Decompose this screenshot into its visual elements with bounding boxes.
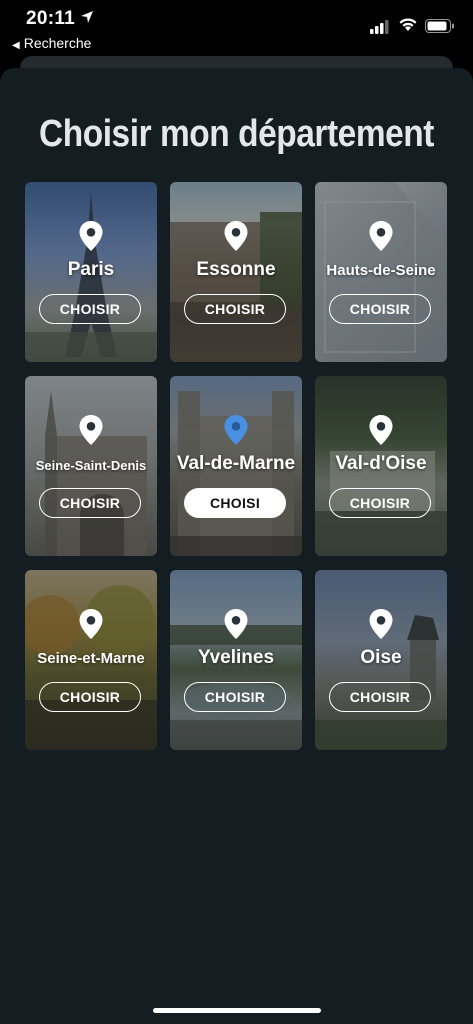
department-name: Seine-et-Marne [37, 650, 145, 667]
choose-button[interactable]: CHOISIR [39, 488, 141, 518]
location-pin-icon [369, 415, 393, 445]
department-card-seine-saint-denis[interactable]: Seine-Saint-Denis CHOISIR [25, 376, 157, 556]
choose-button[interactable]: CHOISIR [39, 682, 141, 712]
location-pin-selected-icon [224, 415, 248, 445]
back-label: Recherche [23, 35, 92, 51]
page-title: Choisir mon département [39, 113, 434, 155]
home-indicator[interactable] [153, 1008, 321, 1013]
department-card-yvelines[interactable]: Yvelines CHOISIR [170, 570, 302, 750]
choose-button[interactable]: CHOISIR [329, 488, 431, 518]
choose-button[interactable]: CHOISIR [184, 682, 286, 712]
department-name: Essonne [196, 259, 276, 280]
back-triangle-icon: ◀ [12, 40, 20, 51]
wifi-icon [399, 18, 417, 31]
department-card-hauts-de-seine[interactable]: Hauts-de-Seine CHOISIR [315, 182, 447, 362]
status-time: 20:11 [26, 8, 76, 29]
choose-button[interactable]: CHOISIR [329, 294, 431, 324]
department-card-essonne[interactable]: Essonne CHOISIR [170, 182, 302, 362]
choose-button[interactable]: CHOISIR [184, 294, 286, 324]
choose-button[interactable]: CHOISIR [39, 294, 141, 324]
location-pin-icon [79, 221, 103, 251]
department-name: Paris [67, 259, 115, 280]
department-name: Val-d'Oise [335, 453, 427, 474]
location-pin-icon [79, 609, 103, 639]
back-to-search-link[interactable]: ◀ Recherche [12, 35, 91, 51]
location-pin-icon [224, 609, 248, 639]
department-name: Oise [360, 647, 402, 668]
department-name: Seine-Saint-Denis [35, 458, 147, 473]
chosen-button[interactable]: CHOISI [184, 488, 286, 518]
choose-button[interactable]: CHOISIR [329, 682, 431, 712]
cellular-signal-icon [370, 20, 389, 34]
location-pin-icon [369, 221, 393, 251]
department-name: Hauts-de-Seine [326, 262, 436, 279]
department-card-seine-et-marne[interactable]: Seine-et-Marne CHOISIR [25, 570, 157, 750]
department-name: Val-de-Marne [176, 453, 296, 474]
department-card-val-d-oise[interactable]: Val-d'Oise CHOISIR [315, 376, 447, 556]
department-name: Yvelines [197, 647, 275, 668]
location-arrow-icon [81, 11, 93, 23]
department-card-paris[interactable]: Paris CHOISIR [25, 182, 157, 362]
location-pin-icon [79, 415, 103, 445]
department-card-val-de-marne[interactable]: Val-de-Marne CHOISI [170, 376, 302, 556]
location-pin-icon [369, 609, 393, 639]
location-pin-icon [224, 221, 248, 251]
status-bar: 20:11 ◀ Recherche [0, 0, 473, 56]
battery-icon [425, 19, 454, 33]
department-card-oise[interactable]: Oise CHOISIR [315, 570, 447, 750]
